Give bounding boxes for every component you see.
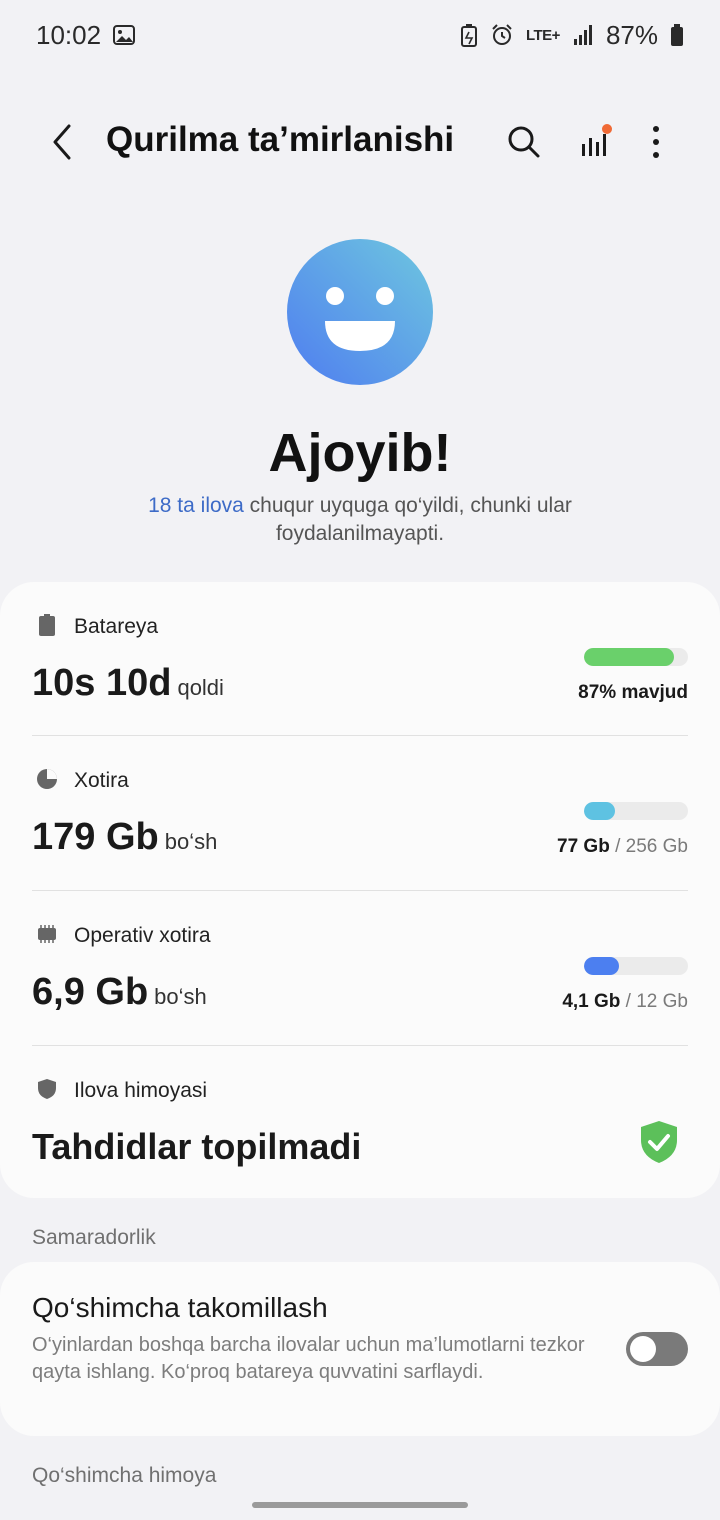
lte-icon: LTE+ bbox=[525, 26, 560, 44]
enhanced-processing-card[interactable]: Qo‘shimcha takomillash O‘yinlardan boshq… bbox=[0, 1262, 720, 1436]
back-button[interactable] bbox=[42, 120, 82, 164]
status-description: 18 ta ilova chuqur uyquga qo‘yildi, chun… bbox=[110, 492, 610, 548]
storage-value: 179 Gb bo‘sh bbox=[32, 816, 218, 858]
toggle-knob bbox=[630, 1336, 656, 1362]
battery-level-bar bbox=[584, 648, 688, 666]
memory-unit: bo‘sh bbox=[154, 984, 207, 1009]
page-title: Qurilma ta’mirlanishi bbox=[106, 120, 455, 159]
memory-value: 6,9 Gb bo‘sh bbox=[32, 971, 207, 1013]
storage-usage-bar bbox=[584, 802, 688, 820]
battery-unit: qoldi bbox=[177, 675, 224, 700]
memory-label: Operativ xotira bbox=[74, 924, 211, 947]
pie-chart-icon bbox=[37, 769, 57, 789]
app-protection-status: Tahdidlar topilmadi bbox=[32, 1126, 362, 1167]
status-heading: Ajoyib! bbox=[268, 423, 452, 483]
battery-saver-icon bbox=[460, 23, 478, 47]
gallery-notification-icon bbox=[113, 25, 136, 45]
battery-icon bbox=[39, 614, 55, 636]
battery-label: Batareya bbox=[74, 615, 159, 638]
battery-caption: 87% mavjud bbox=[578, 682, 688, 703]
extra-protection-section-title: Qo‘shimcha himoya bbox=[32, 1464, 217, 1487]
device-care-card: Batareya 10s 10d qoldi 87% mavjud Xotira … bbox=[0, 582, 720, 1198]
app-bar: Qurilma ta’mirlanishi bbox=[0, 100, 720, 184]
status-time: 10:02 bbox=[36, 19, 102, 50]
storage-label: Xotira bbox=[74, 769, 129, 792]
app-protection-label: Ilova himoyasi bbox=[74, 1079, 208, 1102]
status-description-text: chuqur uyquga qo‘yildi, chunki ular foyd… bbox=[243, 494, 572, 545]
more-options-button[interactable] bbox=[634, 120, 678, 164]
memory-caption: 4,1 Gb / 12 Gb bbox=[562, 991, 688, 1012]
shield-check-icon bbox=[641, 1121, 677, 1163]
alarm-icon bbox=[490, 23, 514, 47]
bar-chart-icon bbox=[582, 124, 612, 156]
signal-icon bbox=[572, 24, 594, 46]
shield-icon bbox=[38, 1079, 56, 1099]
memory-chip-icon bbox=[38, 925, 56, 943]
performance-section-title: Samaradorlik bbox=[32, 1226, 156, 1249]
memory-usage-bar bbox=[584, 957, 688, 975]
storage-unit: bo‘sh bbox=[164, 829, 218, 854]
memory-row[interactable]: Operativ xotira 6,9 Gb bo‘sh 4,1 Gb / 12 … bbox=[32, 891, 688, 1045]
storage-row[interactable]: Xotira 179 Gb bo‘sh 77 Gb / 256 Gb bbox=[32, 736, 688, 890]
enhanced-processing-toggle[interactable] bbox=[626, 1332, 688, 1366]
memory-usage-fill bbox=[584, 957, 620, 975]
storage-caption: 77 Gb / 256 Gb bbox=[557, 836, 688, 857]
battery-level-fill bbox=[584, 648, 675, 666]
more-vertical-icon bbox=[653, 126, 659, 158]
battery-icon bbox=[670, 23, 684, 47]
enhanced-processing-description: O‘yinlardan boshqa barcha ilovalar uchun… bbox=[32, 1334, 585, 1383]
app-protection-row[interactable]: Ilova himoyasi Tahdidlar topilmadi bbox=[32, 1046, 688, 1198]
battery-row[interactable]: Batareya 10s 10d qoldi 87% mavjud bbox=[32, 582, 688, 734]
battery-value: 10s 10d qoldi bbox=[32, 662, 224, 704]
back-arrow-icon bbox=[53, 124, 71, 160]
search-button[interactable] bbox=[502, 120, 546, 164]
battery-percent: 87% bbox=[605, 19, 658, 50]
home-gesture-bar[interactable] bbox=[252, 1502, 468, 1508]
diagnostics-button[interactable] bbox=[572, 120, 616, 164]
search-icon bbox=[508, 126, 540, 158]
status-bar: 10:02 LTE+ 87% bbox=[0, 0, 720, 70]
smiley-face-icon bbox=[287, 239, 433, 385]
enhanced-processing-title: Qo‘shimcha takomillash bbox=[32, 1292, 328, 1323]
apps-sleeping-link[interactable]: 18 ta ilova bbox=[148, 494, 244, 517]
storage-usage-fill bbox=[584, 802, 616, 820]
